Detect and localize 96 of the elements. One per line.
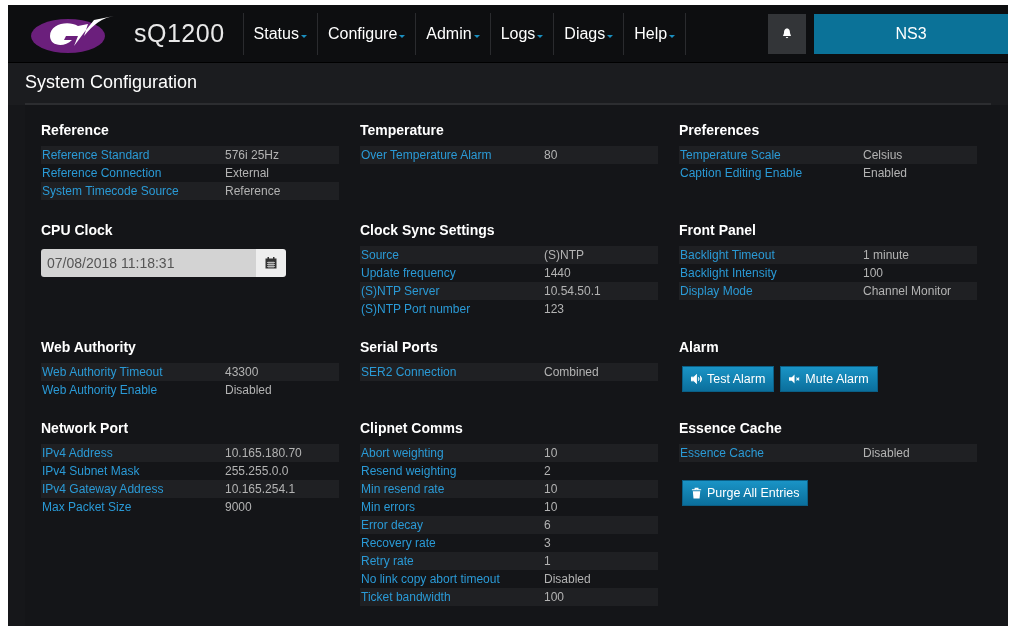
section-heading: Alarm <box>679 338 720 356</box>
section-heading: Clock Sync Settings <box>360 221 496 239</box>
setting-value: 9000 <box>225 500 252 514</box>
menu-item[interactable]: Diags <box>554 12 625 55</box>
setting-link[interactable]: No link copy abort timeout <box>360 572 544 586</box>
section-heading: Reference <box>41 121 110 139</box>
section-heading: Clipnet Comms <box>360 419 464 437</box>
setting-value: Disabled <box>544 572 591 586</box>
calendar-button[interactable] <box>256 249 286 277</box>
section-heading: Front Panel <box>679 221 757 239</box>
setting-value: 43300 <box>225 365 259 379</box>
section-heading: Temperature <box>360 121 445 139</box>
menu-item[interactable]: Logs <box>490 12 555 55</box>
setting-link[interactable]: Web Authority Timeout <box>41 365 225 379</box>
setting-link[interactable]: IPv4 Subnet Mask <box>41 464 225 478</box>
setting-link[interactable]: Min resend rate <box>360 482 544 496</box>
menu-item[interactable]: Configure <box>317 12 417 55</box>
setting-link[interactable]: Update frequency <box>360 266 544 280</box>
setting-link[interactable]: Essence Cache <box>679 446 863 460</box>
setting-link[interactable]: Reference Standard <box>41 148 225 162</box>
caret-icon <box>669 35 676 38</box>
setting-link[interactable]: Resend weighting <box>360 464 544 478</box>
bell-icon <box>782 28 792 39</box>
section-heading: Preferences <box>679 121 761 139</box>
setting-link[interactable]: Reference Connection <box>41 166 225 180</box>
setting-value: 1440 <box>544 266 571 280</box>
setting-value: Celsius <box>863 148 903 162</box>
action-button[interactable]: Purge All Entries <box>682 480 809 506</box>
setting-value: 100 <box>544 590 565 604</box>
setting-value: Combined <box>544 365 599 379</box>
setting-value: (S)NTP <box>544 248 584 262</box>
setting-value: 10 <box>544 446 558 460</box>
action-button[interactable]: Mute Alarm <box>780 366 878 392</box>
setting-value: Channel Monitor <box>863 284 952 298</box>
setting-link[interactable]: Abort weighting <box>360 446 544 460</box>
action-button[interactable]: Test Alarm <box>682 366 775 392</box>
setting-value: 10.165.180.70 <box>225 446 302 460</box>
setting-link[interactable]: Caption Editing Enable <box>679 166 863 180</box>
caret-icon <box>300 35 307 38</box>
setting-link[interactable]: Retry rate <box>360 554 544 568</box>
trash-icon <box>691 487 703 499</box>
speaker-icon <box>691 373 703 385</box>
setting-link[interactable]: SER2 Connection <box>360 365 544 379</box>
setting-value: 576i 25Hz <box>225 148 280 162</box>
setting-link[interactable]: Backlight Intensity <box>679 266 863 280</box>
product-name: sQ1200 <box>134 19 225 48</box>
setting-value: 10.165.254.1 <box>225 482 296 496</box>
caret-icon <box>399 35 406 38</box>
setting-link[interactable]: Backlight Timeout <box>679 248 863 262</box>
server-button[interactable]: NS3 <box>814 13 1008 54</box>
setting-value: Reference <box>225 184 281 198</box>
setting-link[interactable]: Over Temperature Alarm <box>360 148 544 162</box>
setting-link[interactable]: Web Authority Enable <box>41 383 225 397</box>
setting-value: 2 <box>544 464 551 478</box>
section-heading: Essence Cache <box>679 419 783 437</box>
setting-value: 1 minute <box>863 248 910 262</box>
setting-value: Disabled <box>225 383 272 397</box>
setting-value: 123 <box>544 302 565 316</box>
setting-link[interactable]: Min errors <box>360 500 544 514</box>
setting-link[interactable]: Ticket bandwidth <box>360 590 544 604</box>
menu-item[interactable]: Help <box>624 12 687 55</box>
setting-link[interactable]: Source <box>360 248 544 262</box>
section-heading: Web Authority <box>41 338 137 356</box>
mute-icon <box>789 373 802 385</box>
setting-value: 80 <box>544 148 558 162</box>
notifications-button[interactable] <box>768 13 806 54</box>
caret-icon <box>473 35 480 38</box>
setting-link[interactable]: Display Mode <box>679 284 863 298</box>
caret-icon <box>537 35 544 38</box>
setting-value: 10.54.50.1 <box>544 284 601 298</box>
setting-link[interactable]: (S)NTP Port number <box>360 302 544 316</box>
menu-item[interactable]: Admin <box>416 12 491 55</box>
section-heading: Network Port <box>41 419 130 437</box>
menu-item[interactable]: Status <box>243 12 318 55</box>
setting-value: Disabled <box>863 446 910 460</box>
setting-link[interactable]: IPv4 Address <box>41 446 225 460</box>
setting-value: 255.255.0.0 <box>225 464 289 478</box>
setting-value: 10 <box>544 500 558 514</box>
setting-link[interactable]: Max Packet Size <box>41 500 225 514</box>
setting-value: 1 <box>544 554 551 568</box>
caret-icon <box>607 35 614 38</box>
section-heading: Serial Ports <box>360 338 439 356</box>
setting-value: 100 <box>863 266 884 280</box>
setting-link[interactable]: Recovery rate <box>360 536 544 550</box>
setting-link[interactable]: Temperature Scale <box>679 148 863 162</box>
setting-value: Enabled <box>863 166 908 180</box>
setting-value: 3 <box>544 536 551 550</box>
calendar-icon <box>265 257 277 269</box>
setting-link[interactable]: Error decay <box>360 518 544 532</box>
setting-value: External <box>225 166 270 180</box>
setting-link[interactable]: System Timecode Source <box>41 184 225 198</box>
setting-value: 10 <box>544 482 558 496</box>
setting-link[interactable]: (S)NTP Server <box>360 284 544 298</box>
setting-value: 6 <box>544 518 551 532</box>
setting-link[interactable]: IPv4 Gateway Address <box>41 482 225 496</box>
section-heading: CPU Clock <box>41 221 114 239</box>
